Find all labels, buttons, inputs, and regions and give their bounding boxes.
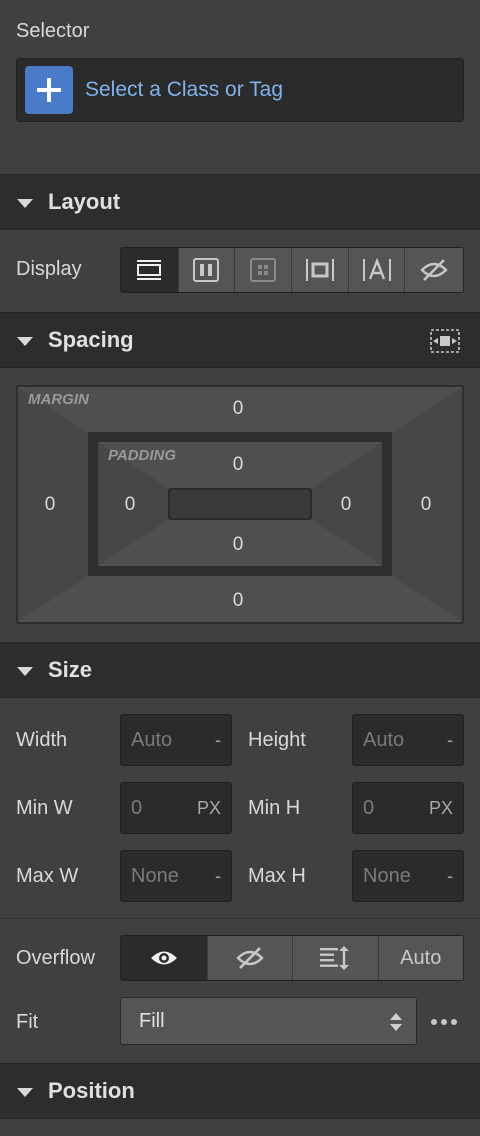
min-height-input[interactable]: 0 PX: [352, 782, 464, 834]
margin-bottom-value[interactable]: 0: [218, 590, 258, 612]
display-inline-block-button[interactable]: [291, 248, 348, 292]
min-height-unit[interactable]: PX: [429, 798, 453, 819]
padding-right-value[interactable]: 0: [326, 494, 366, 516]
eye-slash-icon: [236, 947, 264, 969]
display-grid-icon: [250, 258, 277, 282]
display-label: Display: [16, 258, 82, 280]
display-inline-button[interactable]: [347, 248, 405, 292]
display-inline-block-icon: [305, 259, 334, 281]
margin-left-value[interactable]: 0: [30, 494, 70, 516]
width-label: Width: [16, 729, 68, 751]
overflow-auto-button[interactable]: Auto: [377, 936, 463, 980]
overflow-hidden-button[interactable]: [206, 936, 292, 980]
overflow-toggle: Auto: [120, 935, 464, 981]
max-width-label: Max W: [16, 865, 79, 887]
more-dots-icon[interactable]: [430, 1018, 458, 1026]
display-none-button[interactable]: [404, 248, 463, 292]
fit-value: Fill: [139, 1010, 165, 1032]
plus-icon[interactable]: [25, 66, 73, 114]
size-title: Size: [48, 657, 93, 682]
display-block-button[interactable]: [121, 248, 178, 292]
caret-down-icon: [17, 667, 33, 676]
content-box: [168, 488, 312, 520]
layout-title: Layout: [48, 189, 121, 214]
position-title: Position: [48, 1078, 135, 1103]
padding-left-value[interactable]: 0: [110, 494, 150, 516]
selector-placeholder[interactable]: Select a Class or Tag: [85, 78, 283, 102]
width-input[interactable]: Auto -: [120, 714, 232, 766]
min-height-value: 0: [363, 797, 375, 819]
height-unit[interactable]: -: [447, 730, 453, 751]
max-height-input[interactable]: None -: [352, 850, 464, 902]
spacing-preset-icon[interactable]: [430, 329, 460, 353]
caret-down-icon: [17, 337, 33, 346]
position-section-header[interactable]: Position: [0, 1063, 480, 1119]
min-height-label: Min H: [248, 797, 301, 819]
display-grid-button[interactable]: [234, 248, 291, 292]
overflow-label: Overflow: [16, 947, 95, 969]
max-height-unit[interactable]: -: [447, 866, 453, 887]
selector-title: Selector: [16, 20, 90, 42]
display-none-icon: [420, 259, 448, 281]
padding-bottom-value[interactable]: 0: [218, 534, 258, 556]
display-toggle: [120, 247, 464, 293]
fit-select[interactable]: Fill: [120, 997, 417, 1045]
max-height-value: None: [363, 865, 411, 887]
max-height-label: Max H: [248, 865, 306, 887]
fit-label: Fit: [16, 1011, 39, 1033]
width-unit[interactable]: -: [215, 730, 221, 751]
min-width-input[interactable]: 0 PX: [120, 782, 232, 834]
max-width-input[interactable]: None -: [120, 850, 232, 902]
spacing-section-header[interactable]: Spacing: [0, 312, 480, 368]
selector-field[interactable]: Select a Class or Tag: [16, 58, 464, 122]
caret-down-icon: [17, 1088, 33, 1097]
margin-label: MARGIN: [28, 391, 89, 408]
max-width-value: None: [131, 865, 179, 887]
margin-right-value[interactable]: 0: [406, 494, 446, 516]
overflow-scroll-button[interactable]: [292, 936, 378, 980]
scroll-icon: [320, 946, 350, 970]
chevron-up-icon: [390, 1013, 402, 1020]
max-width-unit[interactable]: -: [215, 866, 221, 887]
caret-down-icon: [17, 199, 33, 208]
width-value: Auto: [131, 729, 173, 751]
overflow-visible-button[interactable]: [121, 936, 207, 980]
display-block-icon: [137, 260, 162, 280]
spacing-title: Spacing: [48, 327, 134, 352]
height-value: Auto: [363, 729, 405, 751]
chevron-down-icon: [390, 1024, 402, 1031]
display-flex-button[interactable]: [177, 248, 235, 292]
min-width-value: 0: [131, 797, 143, 819]
display-flex-icon: [193, 258, 220, 282]
height-input[interactable]: Auto -: [352, 714, 464, 766]
padding-top-value[interactable]: 0: [218, 454, 258, 476]
min-width-unit[interactable]: PX: [197, 798, 221, 819]
display-inline-icon: [362, 258, 391, 281]
margin-top-value[interactable]: 0: [218, 398, 258, 420]
padding-label: PADDING: [108, 447, 177, 464]
layout-section-header[interactable]: Layout: [0, 174, 480, 230]
eye-icon: [150, 951, 177, 965]
size-section-header[interactable]: Size: [0, 642, 480, 698]
min-width-label: Min W: [16, 797, 73, 819]
divider: [0, 918, 480, 919]
height-label: Height: [248, 729, 306, 751]
